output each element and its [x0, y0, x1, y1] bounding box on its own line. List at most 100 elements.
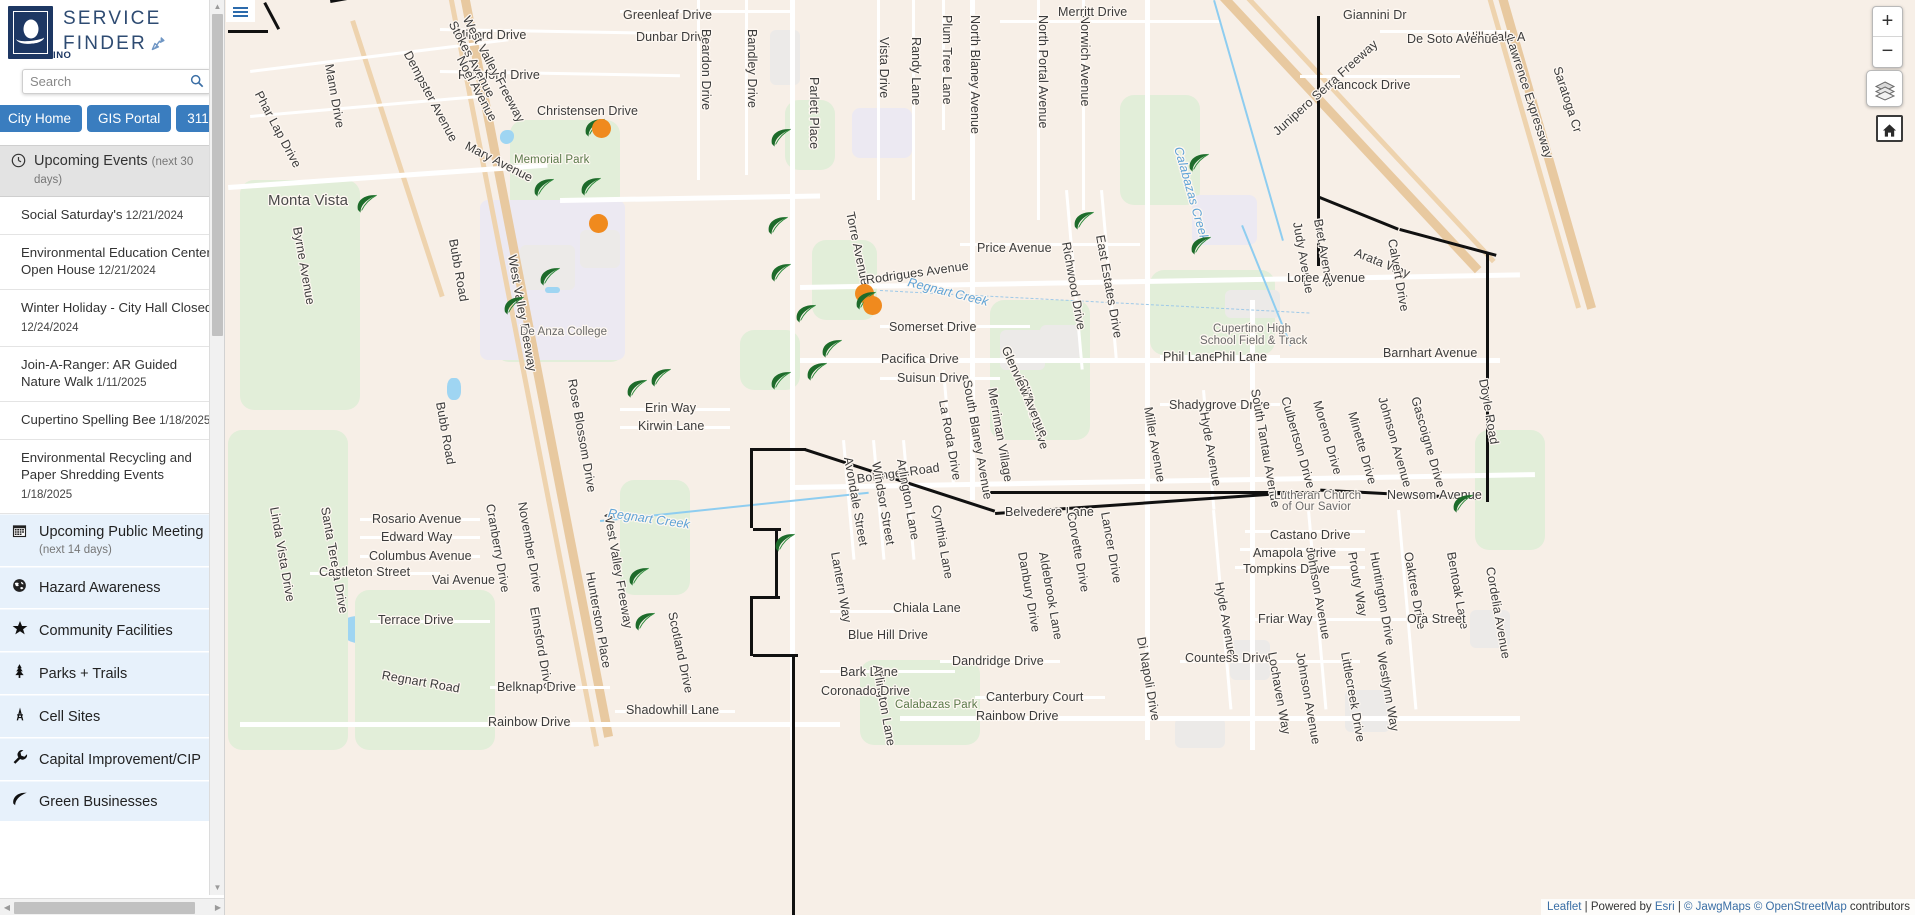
- zoom-in-button[interactable]: +: [1873, 7, 1902, 37]
- city-home-button[interactable]: City Home: [0, 105, 83, 132]
- road: [360, 518, 480, 521]
- sidebar-layer-upcoming-public-meeting[interactable]: Upcoming Public Meeting (next 14 days): [0, 514, 224, 567]
- event-item[interactable]: Social Saturday's 12/21/2024: [0, 197, 224, 235]
- open-space: [228, 430, 348, 750]
- scroll-up-arrow[interactable]: ▲: [210, 0, 224, 14]
- esri-link[interactable]: Esri: [1655, 901, 1675, 913]
- map-marker-dot[interactable]: [863, 296, 882, 315]
- event-item[interactable]: Environmental Recycling and Paper Shredd…: [0, 440, 224, 514]
- map-label: Hancock Drive: [1328, 78, 1411, 92]
- scroll-left-arrow[interactable]: ◀: [0, 899, 14, 915]
- map-marker-leaf[interactable]: [1190, 236, 1211, 256]
- event-item[interactable]: Environmental Education Center Open Hous…: [0, 235, 224, 290]
- event-item[interactable]: Cupertino Spelling Bee 1/18/2025: [0, 402, 224, 440]
- map-marker-dot[interactable]: [589, 214, 608, 233]
- sidebar-layer-cell-sites[interactable]: Cell Sites: [0, 695, 224, 738]
- map-label: Corvette Drive: [1064, 510, 1093, 594]
- event-item[interactable]: Winter Holiday - City Hall Closed 12/24/…: [0, 290, 224, 347]
- upcoming-events-header[interactable]: Upcoming Events (next 30 days): [0, 145, 224, 197]
- road: [1240, 548, 1365, 551]
- map-marker-leaf[interactable]: [626, 379, 647, 399]
- road: [942, 370, 956, 485]
- event-item[interactable]: Join-A-Ranger: AR Guided Nature Walk 1/1…: [0, 347, 224, 402]
- city-boundary: [750, 448, 753, 528]
- app-title-line1: SERVICE: [63, 8, 162, 29]
- campus-area: [852, 108, 912, 158]
- home-button[interactable]: [1876, 115, 1903, 142]
- map-marker-leaf[interactable]: [806, 362, 827, 382]
- layers-button[interactable]: [1866, 70, 1903, 107]
- search-icon[interactable]: [190, 74, 204, 88]
- globe-icon: [10, 578, 29, 598]
- road: [912, 0, 915, 200]
- map-marker-leaf[interactable]: [580, 177, 601, 197]
- layers-icon: [1874, 81, 1895, 101]
- hamburger-line: [233, 10, 248, 13]
- map-marker-leaf[interactable]: [767, 216, 788, 236]
- road: [1255, 618, 1455, 621]
- road-rainbow: [900, 716, 1520, 721]
- event-date: 12/21/2024: [95, 265, 156, 277]
- map-marker-leaf[interactable]: [356, 194, 377, 214]
- search-input[interactable]: [23, 70, 210, 93]
- map-marker-leaf[interactable]: [774, 533, 795, 553]
- map-marker-leaf[interactable]: [1452, 494, 1473, 514]
- map-marker-leaf[interactable]: [821, 339, 842, 359]
- sidebar-layer-hazard-awareness[interactable]: Hazard Awareness: [0, 567, 224, 609]
- sidebar-layer-capital-improvement-cip[interactable]: Capital Improvement/CIP: [0, 738, 224, 781]
- search-box[interactable]: [22, 69, 211, 94]
- hscrollbar-thumb[interactable]: [14, 902, 195, 914]
- map-marker-leaf[interactable]: [1073, 211, 1094, 231]
- open-space: [990, 300, 1090, 440]
- menu-toggle-button[interactable]: [226, 0, 255, 22]
- map-marker-leaf[interactable]: [1188, 153, 1209, 173]
- map-marker-leaf[interactable]: [770, 263, 791, 283]
- scrollbar-thumb[interactable]: [212, 14, 223, 336]
- map-marker-leaf[interactable]: [628, 567, 649, 587]
- road: [1037, 0, 1040, 220]
- map-marker-leaf[interactable]: [533, 178, 554, 198]
- road: [1245, 530, 1365, 533]
- sidebar-layer-community-facilities[interactable]: Community Facilities: [0, 609, 224, 652]
- map-marker-leaf[interactable]: [770, 371, 791, 391]
- map-marker-leaf[interactable]: [634, 612, 655, 632]
- building-block: [1345, 690, 1390, 732]
- building-block: [1470, 610, 1510, 648]
- sidebar-layer-label: Hazard Awareness: [39, 580, 161, 596]
- map-marker-leaf[interactable]: [503, 296, 524, 316]
- road: [1160, 355, 1280, 358]
- sidebar-layer-label: Upcoming Public Meeting (next 14 days): [39, 523, 203, 559]
- map-marker-leaf[interactable]: [795, 304, 816, 324]
- sidebar-vertical-scrollbar[interactable]: ▲ ▼: [209, 0, 224, 895]
- openstreetmap-link[interactable]: © OpenStreetMap: [1754, 901, 1847, 913]
- leaflet-link[interactable]: Leaflet: [1547, 901, 1582, 913]
- lawrence-expressway: [1496, 0, 1596, 310]
- zoom-control[interactable]: + −: [1872, 6, 1903, 68]
- map-marker-leaf[interactable]: [539, 267, 560, 287]
- map-marker-leaf[interactable]: [650, 368, 671, 388]
- pond: [545, 287, 560, 293]
- events-list: Social Saturday's 12/21/2024 Environmenta…: [0, 197, 224, 514]
- gis-portal-button[interactable]: GIS Portal: [87, 105, 172, 132]
- road-blaney: [970, 0, 975, 500]
- map-marker-dot[interactable]: [592, 119, 611, 138]
- sidebar-layer-parks-trails[interactable]: Parks + Trails: [0, 652, 224, 695]
- jawgmaps-link[interactable]: © JawgMaps: [1684, 901, 1751, 913]
- scroll-right-arrow[interactable]: ▶: [211, 899, 224, 915]
- sidebar-layer-green-businesses[interactable]: Green Businesses: [0, 781, 224, 822]
- attrib-sep2: |: [1674, 901, 1685, 913]
- tower-icon: [10, 706, 29, 727]
- map-label: Lancer Drive: [1098, 510, 1125, 585]
- map-canvas[interactable]: Milford Drive Dunbar Drive Greenleaf Drive…: [0, 0, 1915, 915]
- map-label: Bubb Road: [446, 237, 471, 303]
- star-icon: [10, 620, 29, 641]
- map-label: Tompkins Drive: [1243, 562, 1330, 576]
- zoom-out-button[interactable]: −: [1873, 37, 1902, 67]
- sidebar-horizontal-scrollbar[interactable]: ◀ ▶: [0, 898, 224, 915]
- map-label: Johnson Avenue: [1293, 650, 1324, 746]
- map-marker-leaf[interactable]: [770, 128, 791, 148]
- road: [1380, 30, 1510, 33]
- scroll-down-arrow[interactable]: ▼: [210, 881, 224, 895]
- map-pin-icon: [149, 34, 166, 59]
- road: [1212, 510, 1233, 710]
